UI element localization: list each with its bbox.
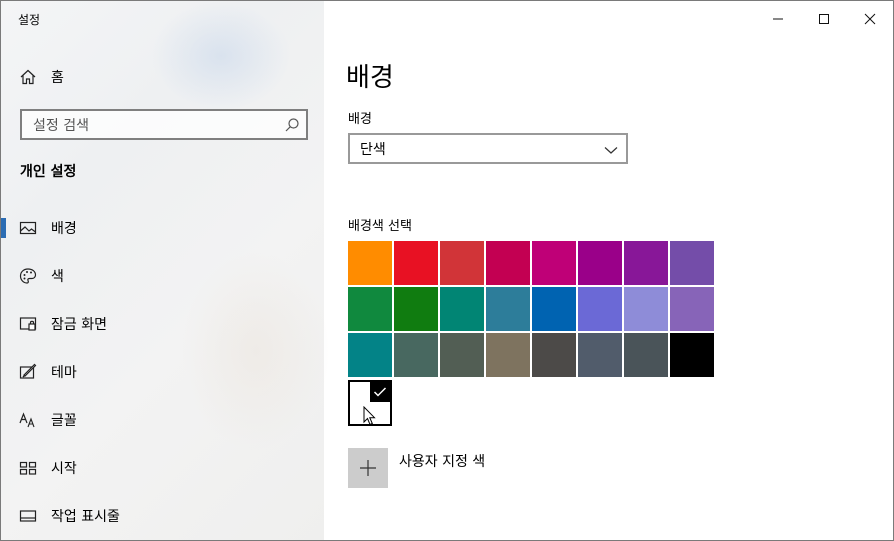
- color-swatch[interactable]: [624, 287, 668, 331]
- sidebar-item-label: 글꼴: [51, 413, 77, 429]
- color-swatch[interactable]: [624, 241, 668, 285]
- minimize-icon: [772, 10, 784, 29]
- sidebar-item-label: 테마: [51, 365, 77, 381]
- brush-icon: [19, 363, 37, 381]
- color-swatch[interactable]: [486, 287, 530, 331]
- color-swatch[interactable]: [578, 287, 622, 331]
- lock-screen-icon: [19, 315, 37, 333]
- app-title: 설정: [18, 13, 41, 27]
- color-swatch[interactable]: [394, 241, 438, 285]
- color-swatch[interactable]: [532, 287, 576, 331]
- close-icon: [864, 10, 876, 29]
- color-swatch[interactable]: [532, 241, 576, 285]
- sidebar-item-taskbar[interactable]: 작업 표시줄: [1, 492, 324, 540]
- color-swatch[interactable]: [578, 333, 622, 377]
- color-swatch[interactable]: [440, 333, 484, 377]
- close-button[interactable]: [847, 1, 893, 37]
- background-label: 배경: [348, 112, 372, 127]
- home-icon: [19, 68, 37, 86]
- color-swatch-grid: [348, 241, 716, 379]
- search-placeholder: 설정 검색: [33, 117, 89, 134]
- settings-window: 설정 홈 설정 검색 개인 설정 배경 색 잠금 화면 테마 글꼴 시작 작업 …: [0, 0, 894, 541]
- color-swatch[interactable]: [670, 287, 714, 331]
- color-swatch[interactable]: [348, 241, 392, 285]
- page-title: 배경: [346, 63, 394, 93]
- minimize-button[interactable]: [755, 1, 801, 37]
- nav-home-label: 홈: [51, 70, 64, 86]
- sidebar-item-theme[interactable]: 테마: [1, 348, 324, 396]
- sidebar-item-label: 작업 표시줄: [51, 509, 120, 525]
- section-title: 개인 설정: [20, 164, 77, 180]
- main-content: 배경 배경 단색 배경색 선택 사용자 지정 색: [324, 1, 893, 540]
- background-type-select[interactable]: 단색: [348, 133, 628, 164]
- color-swatch[interactable]: [670, 333, 714, 377]
- taskbar-icon: [19, 507, 37, 525]
- checkmark-icon: [370, 382, 390, 402]
- color-swatch[interactable]: [486, 333, 530, 377]
- sidebar-item-label: 잠금 화면: [51, 317, 107, 333]
- selected-color-swatch[interactable]: [348, 380, 392, 426]
- color-swatch[interactable]: [394, 333, 438, 377]
- font-icon: [19, 411, 37, 429]
- color-swatch[interactable]: [348, 333, 392, 377]
- palette-icon: [19, 267, 37, 285]
- sidebar-item-label: 시작: [51, 461, 77, 477]
- plus-icon: [348, 448, 388, 488]
- swatch-row: [348, 287, 716, 331]
- picture-icon: [19, 219, 37, 237]
- color-swatch[interactable]: [394, 287, 438, 331]
- color-swatch[interactable]: [532, 333, 576, 377]
- nav-list: 배경 색 잠금 화면 테마 글꼴 시작 작업 표시줄: [1, 204, 324, 540]
- search-icon[interactable]: [284, 117, 300, 133]
- chevron-down-icon: [604, 142, 618, 156]
- sidebar-item-start[interactable]: 시작: [1, 444, 324, 492]
- sidebar-item-fonts[interactable]: 글꼴: [1, 396, 324, 444]
- nav-home[interactable]: 홈: [19, 65, 64, 89]
- start-grid-icon: [19, 459, 37, 477]
- swatch-row: [348, 241, 716, 285]
- sidebar: 설정 홈 설정 검색 개인 설정 배경 색 잠금 화면 테마 글꼴 시작 작업 …: [1, 1, 331, 540]
- background-type-value: 단색: [360, 141, 386, 158]
- color-swatch[interactable]: [670, 241, 714, 285]
- sidebar-item-label: 색: [51, 269, 64, 285]
- custom-color-button[interactable]: 사용자 지정 색: [348, 448, 485, 488]
- maximize-icon: [818, 10, 830, 29]
- custom-color-label: 사용자 지정 색: [399, 454, 486, 470]
- color-swatch[interactable]: [624, 333, 668, 377]
- color-picker-label: 배경색 선택: [348, 219, 412, 234]
- sidebar-item-background[interactable]: 배경: [1, 204, 324, 252]
- color-swatch[interactable]: [440, 287, 484, 331]
- color-swatch[interactable]: [440, 241, 484, 285]
- mouse-cursor-icon: [363, 405, 377, 426]
- color-swatch[interactable]: [578, 241, 622, 285]
- color-swatch[interactable]: [486, 241, 530, 285]
- sidebar-item-lock-screen[interactable]: 잠금 화면: [1, 300, 324, 348]
- sidebar-item-label: 배경: [51, 221, 77, 237]
- sidebar-item-color[interactable]: 색: [1, 252, 324, 300]
- color-swatch[interactable]: [348, 287, 392, 331]
- swatch-row: [348, 333, 716, 377]
- maximize-button[interactable]: [801, 1, 847, 37]
- search-input[interactable]: 설정 검색: [20, 109, 308, 140]
- window-controls: [755, 1, 893, 37]
